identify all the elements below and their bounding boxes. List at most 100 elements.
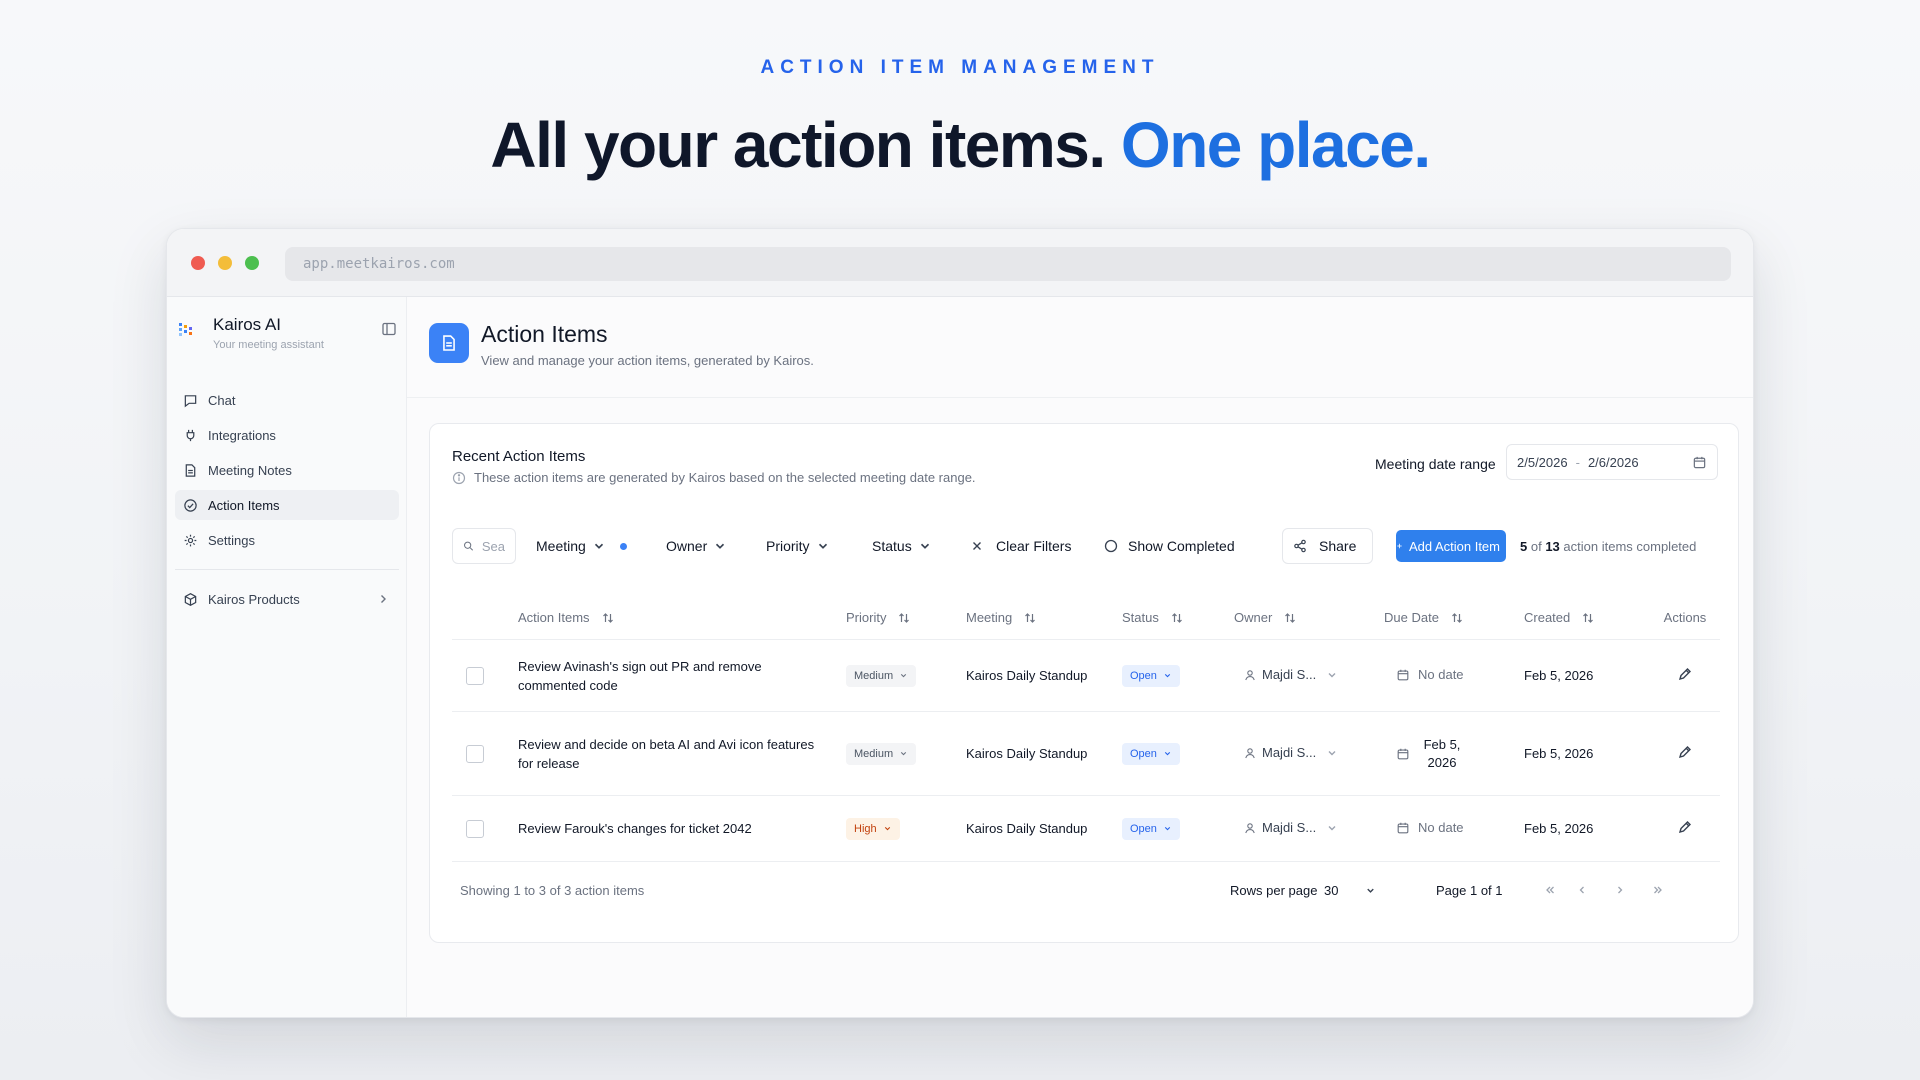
add-action-item-button[interactable]: Add Action Item [1396,530,1506,562]
column-header-meeting[interactable]: Meeting [966,610,1122,625]
circle-toggle-icon [1104,539,1118,553]
row-checkbox[interactable] [466,819,484,838]
total-count: 13 [1545,538,1560,554]
priority-select[interactable]: Medium [846,742,917,765]
filter-toolbar: Sea Meeting Owner Priority Status Clear … [452,528,1720,564]
sort-icon [1171,612,1182,623]
status-select[interactable]: Open [1122,664,1180,687]
double-chevron-right-icon [1654,886,1662,894]
search-input[interactable]: Sea [452,528,516,564]
owner-select[interactable]: Majdi S... [1244,820,1338,835]
hero-kicker: ACTION ITEM MANAGEMENT [760,57,1160,78]
show-completed-toggle[interactable]: Show Completed [1104,528,1241,564]
meeting-filter-label: Meeting [536,538,586,554]
row-checkbox[interactable] [466,666,484,685]
first-page-button[interactable] [1538,878,1562,902]
table-row: Review Farouk's changes for ticket 2042 … [452,796,1720,862]
column-header-owner[interactable]: Owner [1234,610,1384,625]
sidebar-item-integrations[interactable]: Integrations [175,420,399,450]
due-date-picker[interactable]: Feb 5, 2026 [1396,736,1466,772]
chevron-down-icon [1367,888,1374,893]
sort-icon [1025,612,1036,623]
owner-filter-label: Owner [666,538,708,554]
count-of: of [1530,538,1542,554]
column-header-status[interactable]: Status [1122,610,1234,625]
brand: Kairos AI Your meeting assistant [177,313,397,357]
card-info: These action items are generated by Kair… [452,470,976,485]
close-window-button[interactable] [191,256,205,270]
chevron-down-icon [1164,673,1171,678]
due-date-picker[interactable]: No date [1396,666,1464,684]
notes-icon [185,463,196,477]
show-completed-label: Show Completed [1128,538,1235,554]
column-header-action-items[interactable]: Action Items [518,608,846,627]
status-filter[interactable]: Status [866,528,960,564]
sidebar-item-settings[interactable]: Settings [175,525,399,555]
sidebar-item-label: Chat [208,392,236,408]
chevron-down-icon [920,543,929,549]
card-title: Recent Action Items [452,448,586,465]
owner-select[interactable]: Majdi S... [1244,745,1338,760]
plus-icon [1397,543,1402,549]
browser-chrome: app.meetkairos.com [167,229,1753,297]
owner-select[interactable]: Majdi S... [1244,667,1338,682]
sidebar-item-chat[interactable]: Chat [175,385,399,415]
previous-page-button[interactable] [1570,878,1594,902]
table-header: Action Items Priority Meeting Status Own… [452,596,1720,640]
hero-title: All your action items. One place. [0,108,1920,182]
priority-select[interactable]: High [846,817,900,840]
action-item-title[interactable]: Review and decide on beta AI and Avi ico… [518,735,846,773]
completion-count: 5 of 13 action items completed [1520,528,1696,564]
due-date-picker[interactable]: No date [1396,819,1464,837]
edit-button[interactable] [1677,744,1693,763]
pencil-icon [1678,746,1691,759]
table-footer: Showing 1 to 3 of 3 action items Rows pe… [460,876,1718,906]
date-range-label: Meeting date range [1375,456,1496,472]
last-page-button[interactable] [1646,878,1670,902]
box-icon [184,592,197,606]
sidebar-toggle-icon[interactable] [381,321,397,337]
meeting-filter[interactable]: Meeting [530,528,648,564]
edit-button[interactable] [1677,819,1693,838]
sort-icon [602,612,613,623]
status-select[interactable]: Open [1122,742,1180,765]
edit-button[interactable] [1677,666,1693,685]
sidebar-item-meeting-notes[interactable]: Meeting Notes [175,455,399,485]
next-page-button[interactable] [1608,878,1632,902]
share-button[interactable]: Share [1282,528,1374,564]
clear-filters-button[interactable]: Clear Filters [970,528,1077,564]
page-subtitle: View and manage your action items, gener… [481,353,814,368]
chevron-right-icon [1618,886,1623,894]
date-range-picker[interactable]: 2/5/2026 - 2/6/2026 [1506,444,1718,480]
action-item-title[interactable]: Review Farouk's changes for ticket 2042 [518,819,846,838]
rows-per-page-select[interactable]: 30 [1320,876,1380,904]
share-icon [1294,539,1306,553]
column-header-due-date[interactable]: Due Date [1384,610,1524,625]
sort-icon [899,612,910,623]
column-header-created[interactable]: Created [1524,610,1650,625]
minimize-window-button[interactable] [218,256,232,270]
address-bar[interactable]: app.meetkairos.com [285,247,1731,281]
sidebar-item-action-items[interactable]: Action Items [175,490,399,520]
column-header-priority[interactable]: Priority [846,610,966,625]
row-checkbox[interactable] [466,744,484,763]
chevron-down-icon [1328,750,1336,756]
count-suffix: action items completed [1563,538,1697,554]
status-filter-label: Status [872,538,912,554]
chevron-down-icon [900,751,907,756]
owner-filter[interactable]: Owner [660,528,752,564]
priority-select[interactable]: Medium [846,664,917,687]
action-items-table: Action Items Priority Meeting Status Own… [452,596,1720,862]
sidebar-item-kairos-products[interactable]: Kairos Products [175,584,399,614]
main-content: Action Items View and manage your action… [407,297,1753,1017]
search-icon [464,541,474,551]
action-item-title[interactable]: Review Avinash's sign out PR and remove … [518,657,846,695]
status-select[interactable]: Open [1122,817,1180,840]
sidebar-item-label: Settings [208,532,255,548]
table-row: Review Avinash's sign out PR and remove … [452,640,1720,712]
maximize-window-button[interactable] [245,256,259,270]
chevron-down-icon [1328,825,1336,831]
date-range-start: 2/5/2026 [1517,454,1568,470]
priority-filter[interactable]: Priority [760,528,860,564]
share-label: Share [1319,538,1357,554]
